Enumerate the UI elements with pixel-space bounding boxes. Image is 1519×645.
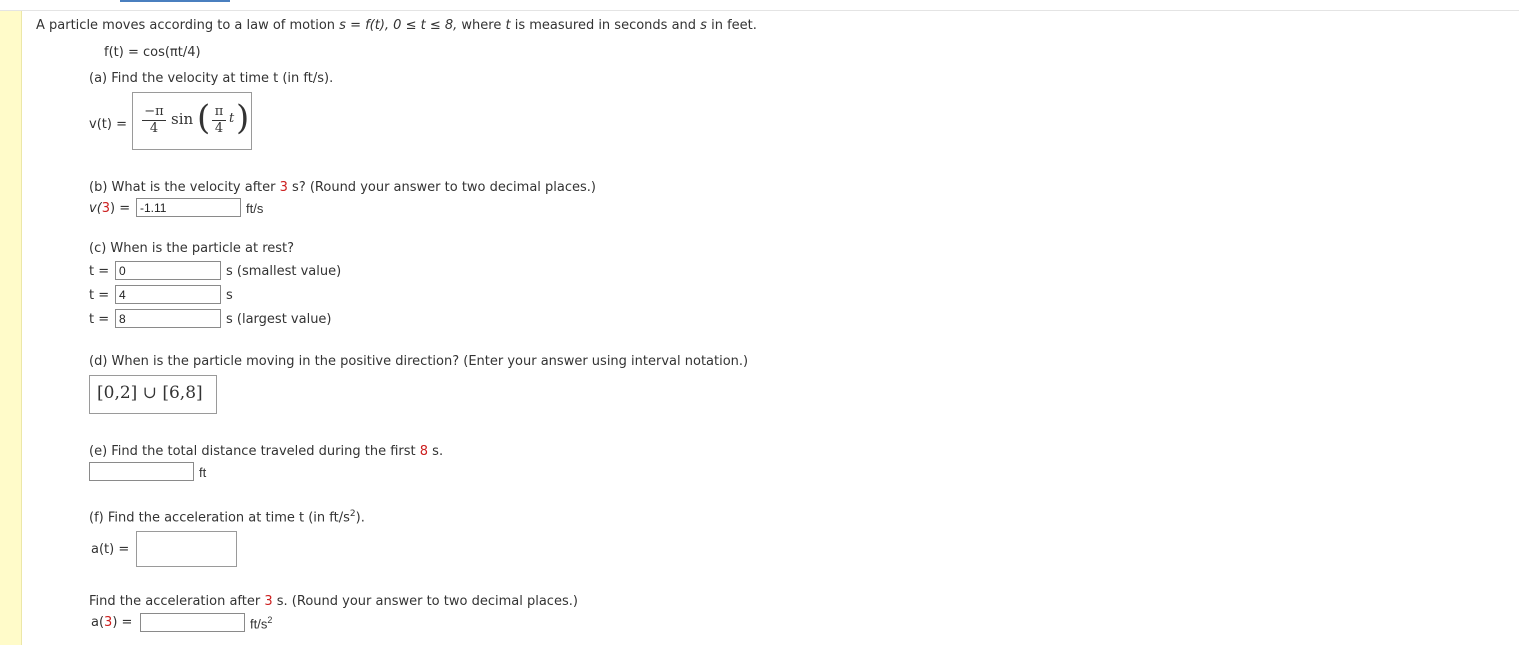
top-divider [0,10,1519,11]
rest-label-2: t = [89,288,110,303]
part-c-question: (c) When is the particle at rest? [89,241,295,256]
right-paren: ) [236,98,250,138]
rest-suffix-2: s [226,288,233,303]
rest-suffix-1: s (smallest value) [226,264,342,279]
rest-label-3: t = [89,312,110,327]
problem-statement: A particle moves according to a law of m… [36,18,757,33]
function-definition: f(t) = cos(πt/4) [104,45,201,60]
fraction-neg-pi-over-4: −π 4 [142,105,166,136]
part-b-label: v(3) = [89,201,131,216]
acceleration-answer-box[interactable] [136,531,237,567]
part-e-question: (e) Find the total distance traveled dur… [89,444,444,459]
velocity-answer-box[interactable]: −π 4 sin ( π 4 t ) [132,92,252,150]
velocity-at-3-input[interactable]: -1.11 [136,198,241,217]
variable-t: t [229,111,235,126]
part-f-label: a(t) = [91,542,130,557]
sin-function: sin [171,110,194,128]
part-g-label: a(3) = [91,615,133,630]
distance-input[interactable] [89,462,194,481]
part-g-question: Find the acceleration after 3 s. (Round … [89,594,578,609]
rest-time-input-1[interactable]: 0 [115,261,221,280]
part-a-label: v(t) = [89,117,127,132]
rest-time-input-3[interactable]: 8 [115,309,221,328]
acceleration-at-3-input[interactable] [140,613,245,632]
part-g-unit: ft/s2 [250,615,273,632]
interval-answer: [0,2] ∪ [6,8] [97,383,203,403]
left-paren: ( [197,98,211,138]
part-b-unit: ft/s [246,201,264,216]
part-a-question: (a) Find the velocity at time t (in ft/s… [89,71,334,86]
part-d-question: (d) When is the particle moving in the p… [89,354,749,369]
part-e-unit: ft [199,465,207,480]
fraction-pi-over-4: π 4 [212,105,226,136]
part-b-question: (b) What is the velocity after 3 s? (Rou… [89,180,596,195]
rest-label-1: t = [89,264,110,279]
interval-answer-box[interactable]: [0,2] ∪ [6,8] [89,375,217,414]
rest-time-input-2[interactable]: 4 [115,285,221,304]
question-margin-stripe [0,11,22,645]
law-of-motion: s = f(t), 0 ≤ t ≤ 8, [339,18,458,33]
part-f-question: (f) Find the acceleration at time t (in … [89,509,365,526]
rest-suffix-3: s (largest value) [226,312,332,327]
tab-accent [120,0,230,2]
